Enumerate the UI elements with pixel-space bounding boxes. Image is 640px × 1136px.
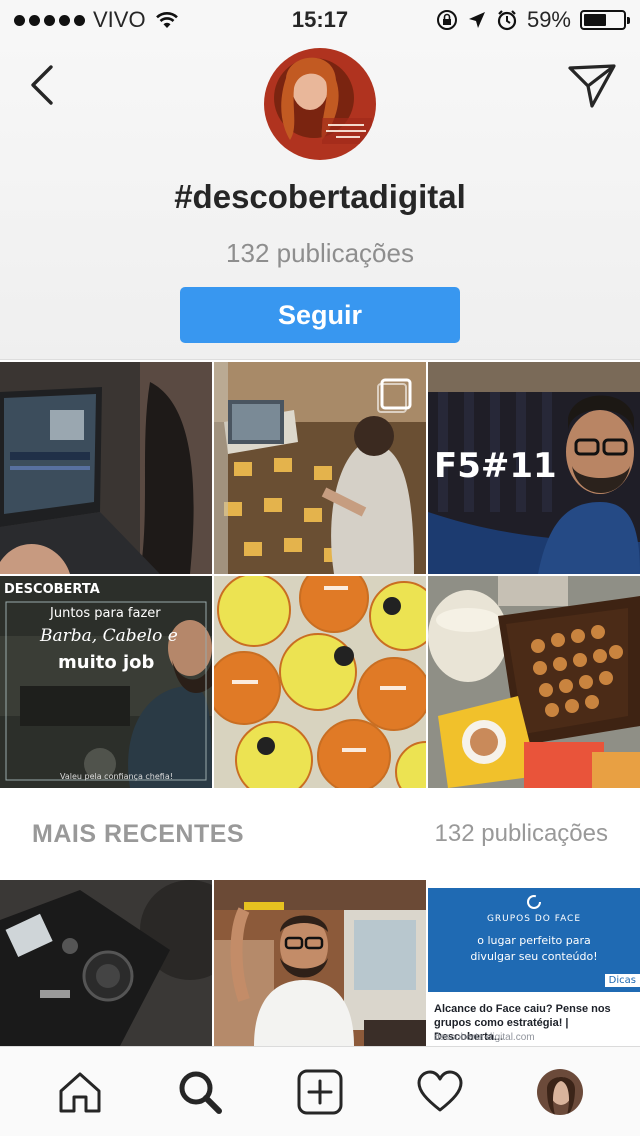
chevron-left-icon xyxy=(31,65,53,105)
heart-icon xyxy=(417,1070,463,1111)
recent-section-header: MAIS RECENTES 132 publicações xyxy=(0,790,640,878)
link-banner-text-1: o lugar perfeito para xyxy=(477,934,591,947)
tab-home[interactable] xyxy=(45,1057,115,1127)
post-coasters[interactable] xyxy=(214,576,426,788)
alarm-icon xyxy=(497,10,517,31)
tab-activity[interactable] xyxy=(405,1057,475,1127)
tab-new-post[interactable] xyxy=(285,1057,355,1127)
back-button[interactable] xyxy=(22,62,62,108)
battery-icon xyxy=(580,10,630,30)
post-barba-caption: Valeu pela confiança chefia! xyxy=(60,772,173,781)
link-banner-badge: Dicas xyxy=(604,974,640,987)
location-icon xyxy=(468,12,485,28)
hashtag-avatar xyxy=(264,48,376,160)
rotation-lock-icon xyxy=(436,10,457,30)
hashtag-header: #descobertadigital 132 publicações Segui… xyxy=(0,40,640,360)
search-icon xyxy=(179,1071,222,1114)
post-video-recording[interactable] xyxy=(214,362,426,574)
post-barba-line1: Juntos para fazer xyxy=(50,606,161,621)
wifi-icon xyxy=(155,12,178,28)
link-banner-text-2: divulgar seu conteúdo! xyxy=(470,950,598,963)
link-preview-banner: GRUPOS DO FACE o lugar perfeito para div… xyxy=(428,888,640,992)
post-cookies[interactable] xyxy=(428,576,640,788)
post-barba-brand: DESCOBERTA xyxy=(4,582,100,597)
post-camera[interactable] xyxy=(0,880,212,1046)
post-link-preview[interactable]: GRUPOS DO FACE o lugar perfeito para div… xyxy=(428,880,640,1046)
carrier-label: VIVO xyxy=(93,7,146,32)
post-f5-11[interactable]: F5#11 xyxy=(428,362,640,574)
post-barba-line3: muito job xyxy=(58,652,155,673)
post-laptop-editing[interactable] xyxy=(0,362,212,574)
add-post-icon xyxy=(297,1069,343,1114)
hashtag-title: #descobertadigital xyxy=(174,178,466,215)
recent-section-title: MAIS RECENTES xyxy=(32,819,245,848)
link-domain: descoberta-digital.com xyxy=(434,1032,535,1043)
post-man-laughing[interactable] xyxy=(214,880,426,1046)
status-left: VIVO xyxy=(14,7,254,33)
tab-profile[interactable] xyxy=(525,1057,595,1127)
recent-section-count: 132 publicações xyxy=(434,820,608,847)
paper-plane-icon xyxy=(568,64,616,108)
profile-avatar xyxy=(537,1068,583,1115)
post-f5-11-text: F5#11 xyxy=(434,446,557,486)
send-direct-button[interactable] xyxy=(566,60,618,112)
signal-strength-icon xyxy=(14,14,85,26)
loading-ring-icon xyxy=(527,895,541,909)
follow-button[interactable]: Seguir xyxy=(180,287,460,343)
link-banner-title: GRUPOS DO FACE xyxy=(486,914,582,924)
status-time: 15:17 xyxy=(291,7,349,32)
tab-search[interactable] xyxy=(165,1057,235,1127)
battery-percent: 59% xyxy=(526,7,571,32)
post-barba-line2: Barba, Cabelo e xyxy=(40,626,178,646)
status-bar: VIVO 15:17 59% xyxy=(0,0,640,40)
post-barba-cabelo[interactable]: DESCOBERTA Juntos para fazer Barba, Cabe… xyxy=(0,576,212,788)
home-icon xyxy=(59,1072,101,1112)
bottom-tab-bar xyxy=(0,1046,640,1136)
status-right: 59% xyxy=(386,7,630,33)
recent-posts-grid: GRUPOS DO FACE o lugar perfeito para div… xyxy=(0,880,640,1046)
post-count: 132 publicações xyxy=(226,238,414,268)
top-posts-grid: F5#11 DESCOBERTA Juntos para fazer Barba… xyxy=(0,362,640,788)
